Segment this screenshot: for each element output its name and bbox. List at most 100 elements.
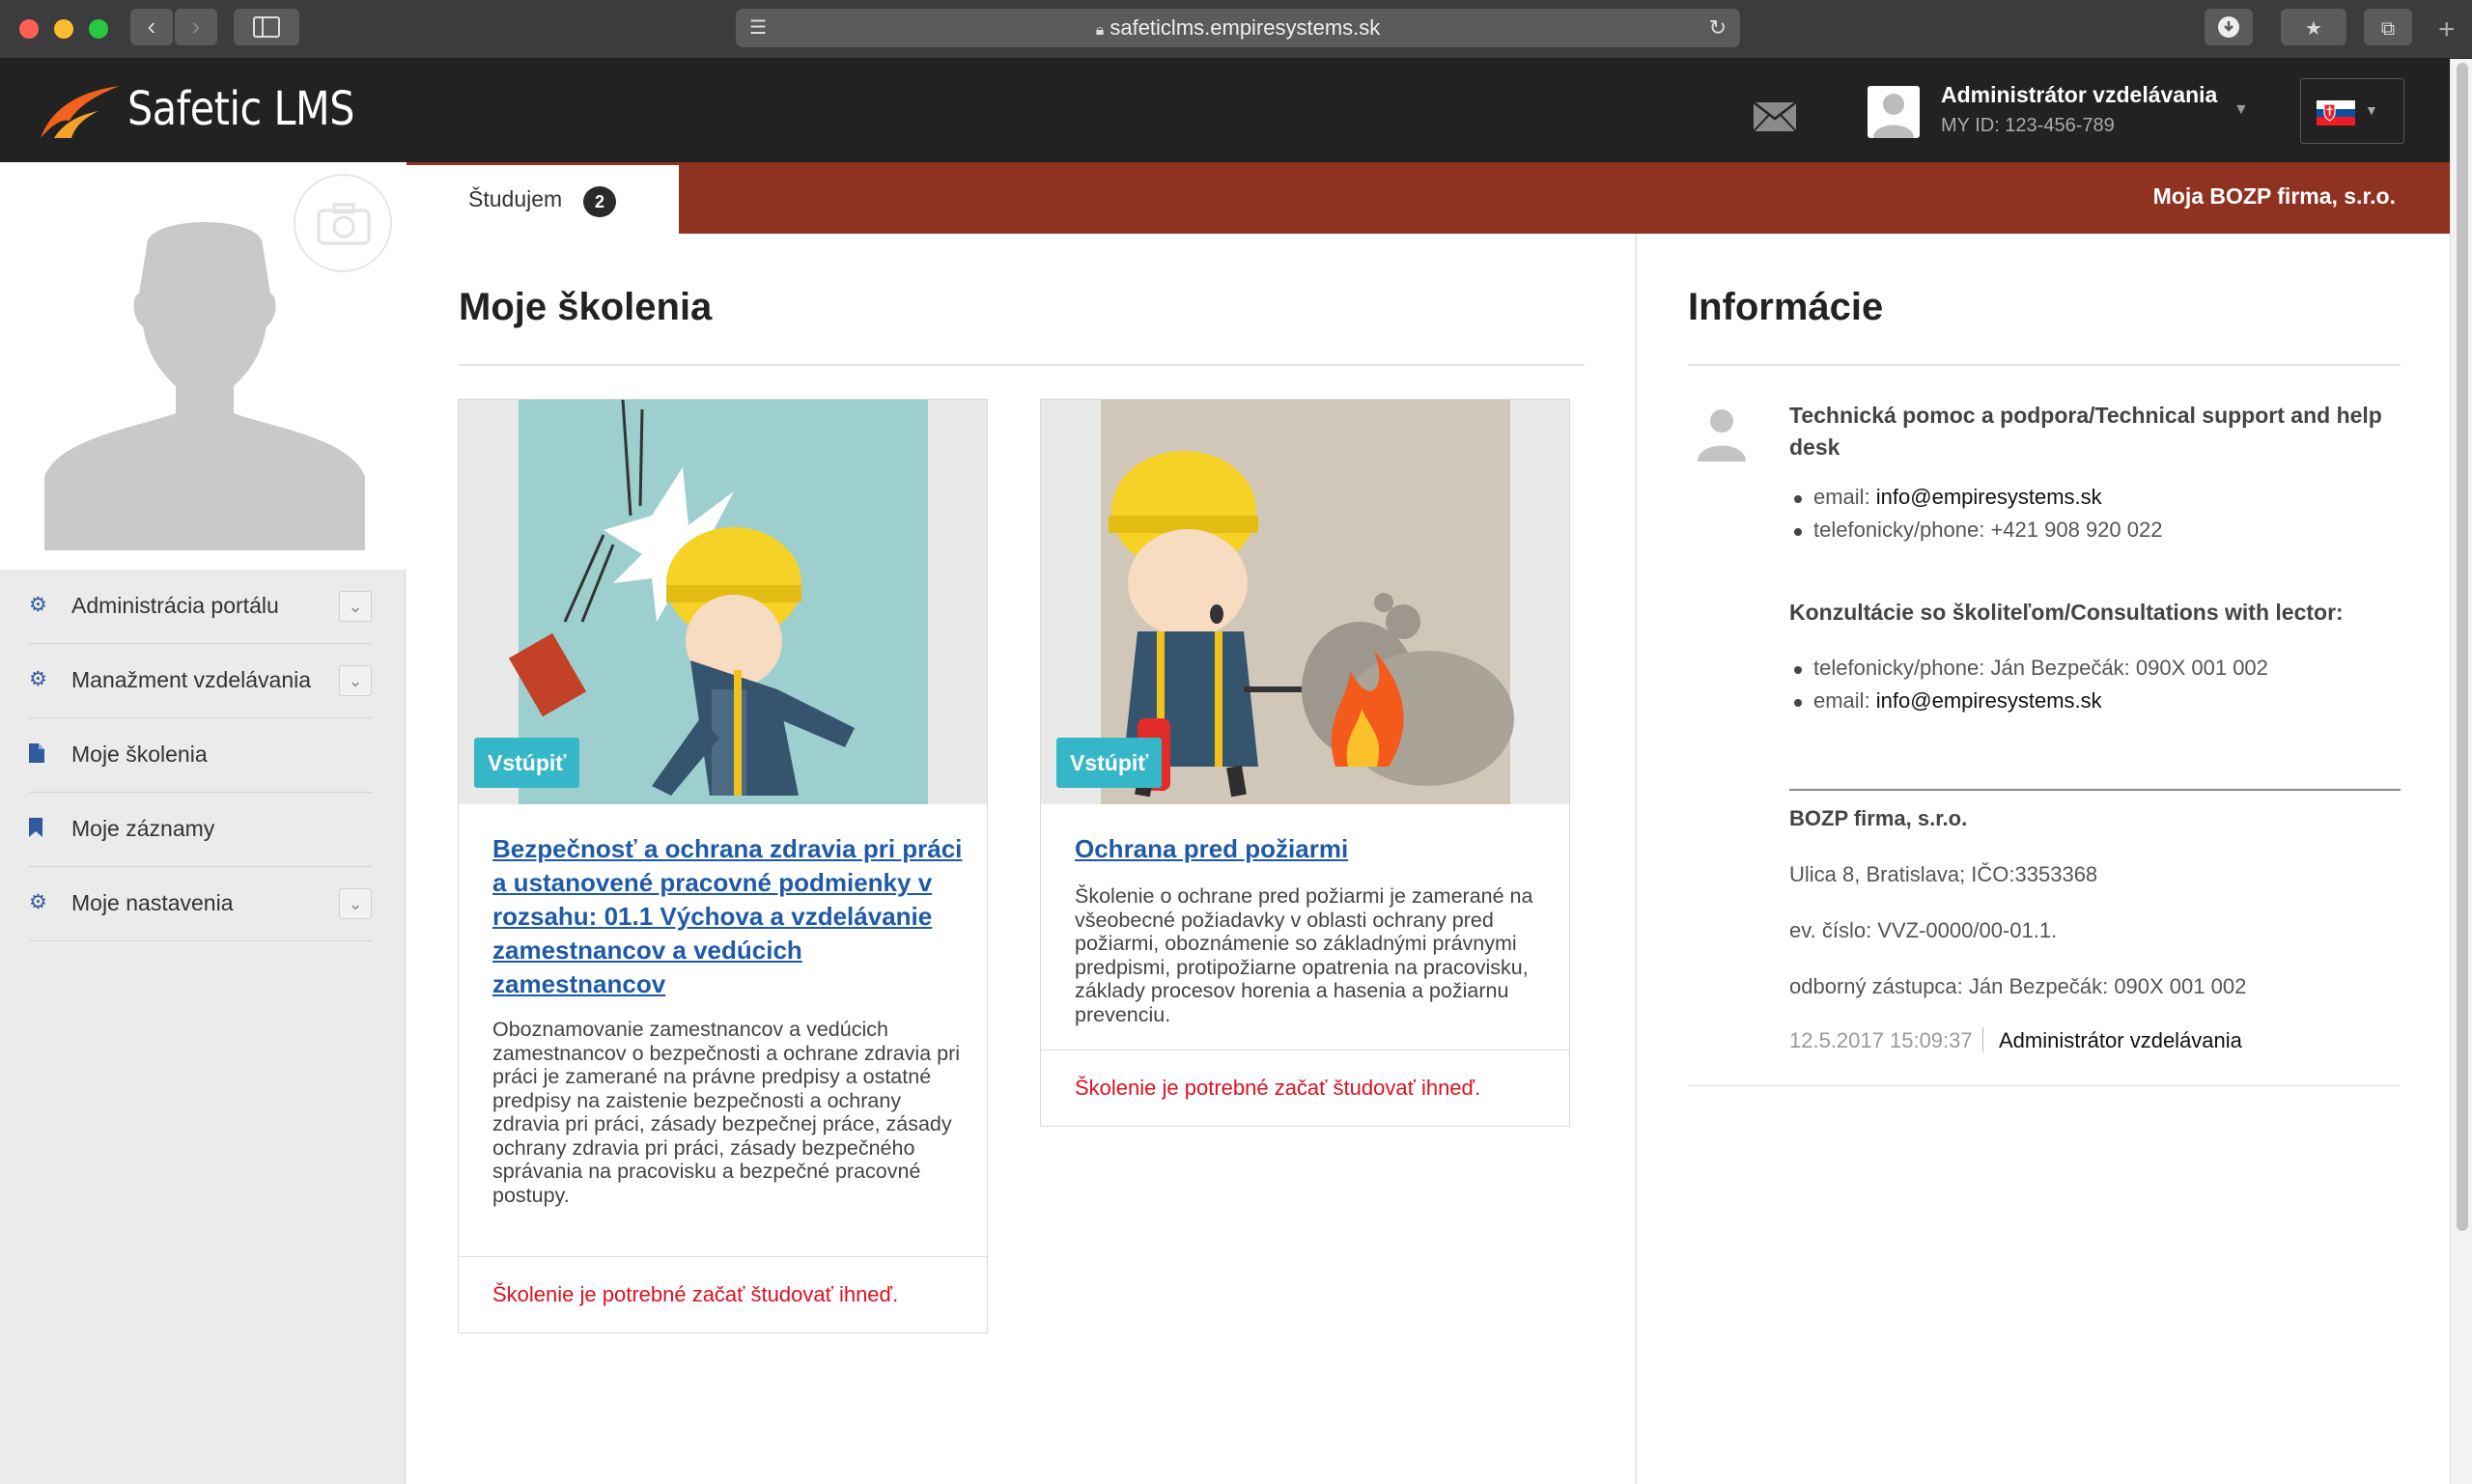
chevron-left-icon: ‹ [147, 12, 156, 41]
consult-phone: telefonicky/phone: Ján Bezpečák: 090X 00… [1794, 656, 2268, 680]
user-name[interactable]: Administrátor vzdelávania [1941, 82, 2217, 108]
expand-button[interactable]: ⌄ [339, 888, 372, 919]
minimize-window-button[interactable] [54, 19, 73, 39]
chevron-down-icon: ⌄ [348, 597, 363, 616]
reader-icon[interactable]: ☰ [749, 9, 767, 47]
user-silhouette-icon [1698, 409, 1746, 462]
ev-number: ev. číslo: VVZ-0000/00-01.1. [1789, 918, 2058, 942]
sidebar-item-label: Moje nastavenia [71, 890, 234, 915]
sidebar-item-label: Administrácia portálu [71, 593, 279, 618]
sidebar-item-label: Manažment vzdelávania [71, 667, 312, 692]
sidebar-toggle-button[interactable] [234, 9, 299, 45]
chevron-down-icon: ⌄ [348, 671, 363, 690]
page-title: Moje školenia [459, 286, 713, 328]
logo-text[interactable]: Safetic LMS [127, 82, 354, 136]
scrollbar-thumb[interactable] [2457, 63, 2468, 1231]
consult-email-link[interactable]: info@empiresystems.sk [1876, 688, 2102, 713]
info-separator [1789, 789, 2401, 791]
chevron-right-icon: › [191, 12, 201, 41]
gear-icon: ⚙ [29, 668, 47, 690]
course-title-link[interactable]: Ochrana pred požiarmi [1075, 832, 1548, 866]
chevron-down-icon: ▼ [2365, 102, 2378, 118]
course-image[interactable]: Vstúpiť [459, 400, 987, 804]
sidebar-item-moje-zaznamy[interactable]: Moje záznamy [29, 793, 372, 867]
course-warning: Školenie je potrebné začať študovať ihne… [492, 1282, 899, 1306]
sidebar-item-moje-skolenia[interactable]: Moje školenia [29, 718, 372, 793]
expand-button[interactable]: ⌄ [339, 591, 372, 622]
company-address: Ulica 8, Bratislava; IČO:3353368 [1789, 862, 2098, 886]
meta-separator [1982, 1027, 1983, 1052]
post-timestamp: 12.5.2017 15:09:37 [1789, 1028, 1973, 1052]
gear-icon: ⚙ [29, 594, 47, 616]
firm-name[interactable]: Moja BOZP firma, s.r.o. [2153, 183, 2396, 210]
profile-photo-area [0, 162, 406, 570]
forward-button[interactable]: › [175, 9, 217, 45]
slovak-flag-icon [2317, 100, 2355, 126]
user-avatar[interactable] [1868, 86, 1920, 138]
support-title: Technická pomoc a podpora/Technical supp… [1789, 403, 2382, 460]
gear-icon: ⚙ [29, 891, 47, 913]
author-avatar [1692, 402, 1752, 462]
tab-studujem[interactable]: Študujem 2 [407, 162, 679, 234]
language-selector[interactable]: ▼ [2300, 78, 2404, 144]
user-id: MY ID: 123-456-789 [1941, 115, 2115, 136]
downloads-button[interactable] [2205, 9, 2253, 45]
course-footer: Školenie je potrebné začať študovať ihne… [459, 1256, 987, 1333]
info-bottom-divider [1688, 1085, 2401, 1086]
chevron-down-icon: ⌄ [348, 894, 363, 913]
course-description: Oboznamovanie zamestnancov a vedúcich za… [492, 1018, 961, 1207]
camera-icon [317, 203, 371, 245]
sidebar-icon [253, 16, 280, 38]
course-card-poziarna-ochrana: Vstúpiť Ochrana pred požiarmi Školenie o… [1040, 399, 1570, 1127]
document-icon [29, 743, 48, 765]
sidebar-item-label: Moje záznamy [71, 816, 215, 841]
consult-email: email: info@empiresystems.sk [1794, 688, 2102, 714]
new-tab-icon[interactable]: + [2438, 14, 2456, 46]
course-description: Školenie o ochrane pred požiarmi je zame… [1075, 884, 1533, 1026]
bookmark-icon [29, 818, 48, 839]
tabs-icon: ⧉ [2380, 18, 2396, 40]
sidebar-item-moje-nastavenia[interactable]: ⚙ Moje nastavenia ⌄ [29, 867, 372, 941]
sidebar-item-label: Moje školenia [71, 742, 208, 767]
sidebar-item-administracia-portalu[interactable]: ⚙ Administrácia portálu ⌄ [29, 570, 372, 644]
url-text: safeticlms.empiresystems.sk [1110, 15, 1381, 40]
star-icon: ★ [2305, 18, 2322, 40]
count-badge: 2 [583, 186, 616, 217]
address-bar[interactable]: ☰ 🔒︎ safeticlms.empiresystems.sk ↻ [736, 9, 1740, 47]
post-author[interactable]: Administrátor vzdelávania [1999, 1028, 2242, 1053]
info-title-divider [1688, 364, 2401, 366]
flame-logo-icon[interactable] [37, 82, 122, 142]
zoom-window-button[interactable] [89, 19, 108, 39]
support-email-link[interactable]: info@empiresystems.sk [1876, 485, 2102, 509]
company-name: BOZP firma, s.r.o. [1789, 806, 1968, 830]
enter-course-button[interactable]: Vstúpiť [474, 738, 580, 788]
lock-icon: 🔒︎ [1095, 22, 1105, 39]
mail-icon[interactable] [1753, 101, 1797, 132]
course-card-bozp: Vstúpiť Bezpečnosť a ochrana zdravia pri… [458, 399, 988, 1333]
representative: odborný zástupca: Ján Bezpečák: 090X 001… [1789, 974, 2247, 998]
back-button[interactable]: ‹ [130, 9, 173, 45]
tab-strip: Študujem 2 Moja BOZP firma, s.r.o. [407, 162, 2450, 234]
close-window-button[interactable] [19, 19, 39, 39]
reload-icon[interactable]: ↻ [1709, 9, 1727, 47]
course-footer: Školenie je potrebné začať študovať ihne… [1041, 1050, 1569, 1127]
browser-toolbar: ‹ › ☰ 🔒︎ safeticlms.empiresystems.sk ↻ ★… [0, 0, 2472, 59]
user-menu-caret-icon[interactable]: ▼ [2233, 101, 2249, 119]
expand-button[interactable]: ⌄ [339, 665, 372, 696]
sidebar-item-manazment-vzdelavania[interactable]: ⚙ Manažment vzdelávania ⌄ [29, 644, 372, 718]
download-icon [2218, 16, 2239, 38]
change-photo-button[interactable] [294, 174, 392, 272]
user-silhouette-icon [1873, 94, 1914, 138]
column-divider [1635, 234, 1637, 1484]
course-image[interactable]: Vstúpiť [1041, 400, 1569, 804]
email-label: email: [1813, 485, 1876, 509]
title-divider [459, 364, 1585, 366]
bookmarks-button[interactable]: ★ [2281, 9, 2346, 45]
support-phone: telefonicky/phone: +421 908 920 022 [1793, 518, 2163, 542]
consult-title: Konzultácie so školiteľom/Consultations … [1789, 600, 2344, 625]
course-warning: Školenie je potrebné začať študovať ihne… [1075, 1076, 1481, 1100]
course-title-link[interactable]: Bezpečnosť a ochrana zdravia pri práci a… [492, 832, 966, 1001]
enter-course-button[interactable]: Vstúpiť [1056, 738, 1163, 788]
sidebar: ⚙ Administrácia portálu ⌄ ⚙ Manažment vz… [0, 162, 406, 1484]
tabs-overview-button[interactable]: ⧉ [2364, 9, 2412, 45]
